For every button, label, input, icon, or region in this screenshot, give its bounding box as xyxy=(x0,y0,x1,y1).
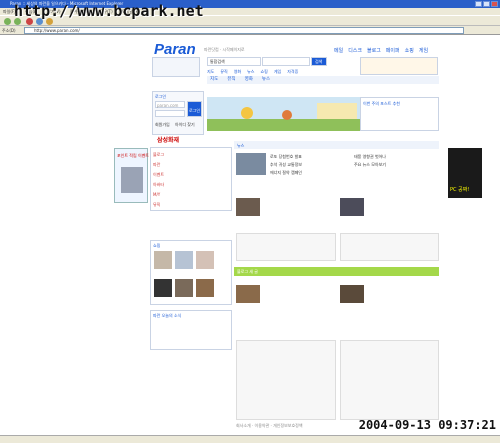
topnav-shop[interactable]: 쇼핑 xyxy=(405,47,414,54)
category-map[interactable]: 지도 xyxy=(207,69,214,75)
address-input[interactable]: http://www.paran.com/ xyxy=(24,27,464,34)
news-tabbar: 뉴스 xyxy=(234,141,439,149)
photo-thumb-1[interactable] xyxy=(236,198,260,216)
ktx-ad[interactable] xyxy=(152,57,200,77)
site-logo[interactable]: Paran xyxy=(154,41,196,58)
category-news[interactable]: 뉴스 xyxy=(247,69,254,75)
watermark: http://www.bcpark.net xyxy=(14,2,204,20)
address-bar: 주소(D) http://www.paran.com/ xyxy=(0,26,500,35)
category-music[interactable]: 뮤직 xyxy=(220,69,227,75)
blog-green-bar[interactable]: 블로그 새 글 xyxy=(234,267,439,276)
footer-links[interactable]: 회사소개 · 이용약관 · 개인정보보호정책 xyxy=(236,423,303,429)
logo-subtitle[interactable]: 파란닷컴 · 시작페이지로 xyxy=(204,47,245,53)
maximize-icon[interactable] xyxy=(483,1,490,7)
left-ad-text: 포인트 적립 이벤트 xyxy=(117,153,149,158)
samsung-logo[interactable]: 삼성화재 xyxy=(157,135,179,144)
browser-window: Paran :: 세상의 파란을 일으키다 - Microsoft Intern… xyxy=(0,0,500,443)
event-banner[interactable] xyxy=(360,57,438,75)
mall-title: 쇼핑 xyxy=(153,243,161,248)
news-tab[interactable]: 뉴스 xyxy=(237,143,244,149)
subnav-1[interactable]: 지도 xyxy=(210,76,218,84)
date-stamp: 2004-09-13 09:37:21 xyxy=(358,418,496,432)
category-game[interactable]: 게임 xyxy=(274,69,281,75)
category-shop[interactable]: 쇼핑 xyxy=(261,69,268,75)
news-item-1[interactable]: 추석 귀성 교통정보 xyxy=(270,162,302,168)
signup-link[interactable]: 회원가입 xyxy=(155,122,170,128)
left-menu: 블로그 파란 이벤트 아바타 M/Y 뮤직 xyxy=(150,147,232,211)
find-id-link[interactable]: 아이디 찾기 xyxy=(175,122,195,128)
left-item-5[interactable]: 뮤직 xyxy=(153,202,160,208)
photo-thumb-4[interactable] xyxy=(340,285,364,303)
category-cert[interactable]: 자격증 xyxy=(287,69,298,75)
blog-list-left xyxy=(236,233,336,261)
mall-item-1[interactable] xyxy=(154,251,172,269)
mall-item-2[interactable] xyxy=(175,251,193,269)
ad-person-image xyxy=(121,167,143,193)
search-select[interactable]: 통합검색 xyxy=(207,57,261,66)
subnav-2[interactable]: 뮤직 xyxy=(227,76,235,84)
left-item-3[interactable]: 아바타 xyxy=(153,182,164,188)
photo-thumb-3[interactable] xyxy=(236,285,260,303)
left-item-0[interactable]: 블로그 xyxy=(153,152,164,158)
news-item-0[interactable]: 로또 당첨번호 발표 xyxy=(270,154,302,160)
right-side-ad[interactable]: PC 공짜! xyxy=(448,148,482,198)
login-box: 로그인 paran.com 로그인 회원가입 아이디 찾기 xyxy=(152,91,204,135)
subnav-4[interactable]: 뉴스 xyxy=(262,76,270,84)
topnav-disk[interactable]: 디스크 xyxy=(348,47,362,54)
left-item-2[interactable]: 이벤트 xyxy=(153,172,164,178)
category-row: 지도 뮤직 영화 뉴스 쇼핑 게임 자격증 xyxy=(207,69,298,75)
left-item-4[interactable]: M/Y xyxy=(153,192,160,197)
bottom-list-left xyxy=(236,340,336,420)
subnav-3[interactable]: 영화 xyxy=(245,76,253,84)
bottom-list-right xyxy=(340,340,439,420)
news-section: 뉴스 로또 당첨번호 발표 추석 귀성 교통정보 에너지 절약 캠페인 태풍 영… xyxy=(234,141,439,211)
topnav-blog[interactable]: 블로그 xyxy=(367,47,381,54)
mall-box: 쇼핑 xyxy=(150,240,232,305)
left-news-title: 파란 오늘의 소식 xyxy=(153,313,182,318)
back-icon[interactable] xyxy=(4,18,11,25)
address-label: 주소(D) xyxy=(2,28,16,33)
right-ad-text: PC 공짜! xyxy=(450,187,470,193)
mall-item-6[interactable] xyxy=(196,279,214,297)
search-button[interactable]: 검색 xyxy=(311,57,327,66)
sub-nav: 지도 뮤직 영화 뉴스 xyxy=(207,76,439,84)
minimize-icon[interactable] xyxy=(475,1,482,7)
mall-item-3[interactable] xyxy=(196,251,214,269)
status-bar xyxy=(0,435,500,443)
top-nav: 메일 디스크 블로그 페이퍼 쇼핑 게임 xyxy=(334,47,428,54)
news-item-2[interactable]: 에너지 절약 캠페인 xyxy=(270,170,302,176)
topnav-game[interactable]: 게임 xyxy=(419,47,428,54)
login-id-input[interactable]: paran.com xyxy=(155,101,185,108)
photo-thumb-2[interactable] xyxy=(340,198,364,216)
left-item-1[interactable]: 파란 xyxy=(153,162,160,168)
login-pw-input[interactable] xyxy=(155,110,185,117)
left-news-box: 파란 오늘의 소식 xyxy=(150,310,232,350)
category-movie[interactable]: 영화 xyxy=(234,69,241,75)
login-button[interactable]: 로그인 xyxy=(187,101,202,117)
promo-box[interactable]: 이번 주의 포스트 추천 xyxy=(360,97,439,131)
mall-item-5[interactable] xyxy=(175,279,193,297)
close-icon[interactable] xyxy=(491,1,498,7)
news-thumb[interactable] xyxy=(236,153,266,175)
mall-item-4[interactable] xyxy=(154,279,172,297)
left-side-ad[interactable]: 포인트 적립 이벤트 xyxy=(114,148,149,203)
promo-text: 이번 주의 포스트 추천 xyxy=(363,101,400,106)
search-input[interactable] xyxy=(262,57,310,66)
topnav-paper[interactable]: 페이퍼 xyxy=(386,47,400,54)
page-content: Paran 파란닷컴 · 시작페이지로 메일 디스크 블로그 페이퍼 쇼핑 게임… xyxy=(0,35,500,435)
login-title: 로그인 xyxy=(155,94,167,99)
news-item-3[interactable]: 태풍 영향권 벗어나 xyxy=(354,154,386,160)
news-item-4[interactable]: 주요 뉴스 모아보기 xyxy=(354,162,386,168)
blog-list-right xyxy=(340,233,439,261)
topnav-mail[interactable]: 메일 xyxy=(334,47,343,54)
